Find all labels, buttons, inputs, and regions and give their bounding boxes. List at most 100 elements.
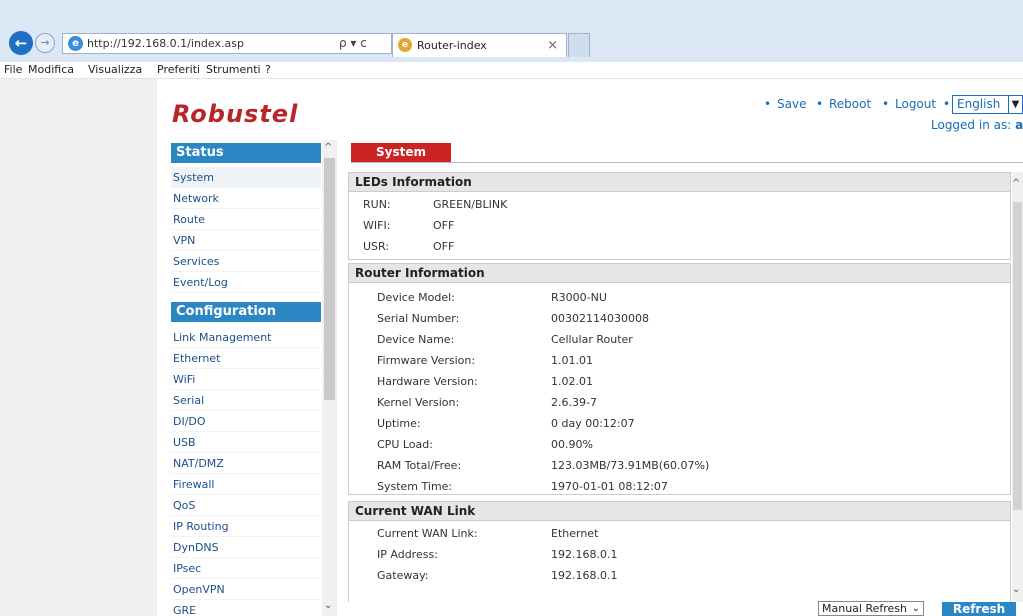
sidebar-item-openvpn[interactable]: OpenVPN <box>171 579 321 600</box>
logout-link[interactable]: Logout <box>895 97 936 111</box>
leds-section: LEDs Information RUN: GREEN/BLINK WIFI: … <box>348 172 1011 260</box>
chevron-down-icon: ⌄ <box>911 603 920 614</box>
page-favicon-icon: e <box>398 38 412 52</box>
wan-section: Current WAN Link Current WAN Link: Ether… <box>348 501 1011 602</box>
menu-visualizza[interactable]: Visualizza <box>88 63 142 76</box>
tab-system[interactable]: System <box>351 143 451 162</box>
language-value: English <box>957 97 1001 111</box>
address-url: http://192.168.0.1/index.asp <box>87 37 244 50</box>
sidebar-item-serial[interactable]: Serial <box>171 390 321 411</box>
language-select[interactable]: English ▼ <box>952 95 1023 114</box>
led-run-label: RUN: <box>363 198 391 211</box>
info-label: Serial Number: <box>377 312 460 325</box>
info-label: System Time: <box>377 480 453 493</box>
wan-section-title: Current WAN Link <box>349 502 1010 521</box>
info-value: 00302114030008 <box>551 312 649 325</box>
scroll-up-icon[interactable]: ^ <box>324 142 332 153</box>
sidebar-item-event-log[interactable]: Event/Log <box>171 272 321 293</box>
bullet-icon: • <box>882 97 890 111</box>
sidebar-item-di-do[interactable]: DI/DO <box>171 411 321 432</box>
sidebar-item-ethernet[interactable]: Ethernet <box>171 348 321 369</box>
led-wifi-value: OFF <box>433 219 455 232</box>
sidebar-item-dyndns[interactable]: DynDNS <box>171 537 321 558</box>
sidebar-item-route[interactable]: Route <box>171 209 321 230</box>
menu-help[interactable]: ? <box>265 63 271 76</box>
info-value: Cellular Router <box>551 333 633 346</box>
logged-in-text: Logged in as: admi <box>931 118 1023 132</box>
main-content: LEDs Information RUN: GREEN/BLINK WIFI: … <box>348 172 1011 602</box>
sidebar-item-gre[interactable]: GRE <box>171 600 321 616</box>
info-value: 00.90% <box>551 438 593 451</box>
menu-file[interactable]: File <box>4 63 22 76</box>
forward-button[interactable]: → <box>35 33 55 53</box>
wan-value: 192.168.0.1 <box>551 569 618 582</box>
sidebar-scrollbar[interactable]: ^ ⌄ <box>322 140 337 616</box>
sidebar-item-ip-routing[interactable]: IP Routing <box>171 516 321 537</box>
refresh-mode-value: Manual Refresh <box>822 602 908 615</box>
bullet-icon: • <box>943 97 951 111</box>
info-label: Firmware Version: <box>377 354 476 367</box>
info-label: Device Model: <box>377 291 455 304</box>
logged-in-label: Logged in as: <box>931 118 1012 132</box>
refresh-button[interactable]: Refresh <box>942 602 1016 616</box>
page-left-gutter <box>0 79 157 616</box>
browser-chrome: ← → e http://192.168.0.1/index.asp ρ ▾ c… <box>0 0 1023 62</box>
scroll-up-icon[interactable]: ^ <box>1012 178 1020 189</box>
wan-value: Ethernet <box>551 527 599 540</box>
sidebar-item-system[interactable]: System <box>171 167 321 188</box>
refresh-mode-select[interactable]: Manual Refresh ⌄ <box>818 601 924 616</box>
tab-close-icon[interactable]: × <box>547 38 558 53</box>
info-label: Uptime: <box>377 417 421 430</box>
main-scrollbar[interactable]: ^ ⌄ <box>1012 172 1023 602</box>
info-value: 0 day 00:12:07 <box>551 417 635 430</box>
leds-section-title: LEDs Information <box>349 173 1010 192</box>
info-value: 1.01.01 <box>551 354 593 367</box>
wan-label: Gateway: <box>377 569 429 582</box>
sidebar-item-ipsec[interactable]: IPsec <box>171 558 321 579</box>
reboot-link[interactable]: Reboot <box>829 97 871 111</box>
back-button[interactable]: ← <box>9 31 33 55</box>
sidebar-configuration-header: Configuration <box>171 302 321 322</box>
sidebar-item-vpn[interactable]: VPN <box>171 230 321 251</box>
robustel-logo: Robustel <box>172 100 299 128</box>
info-label: RAM Total/Free: <box>377 459 462 472</box>
menu-preferiti[interactable]: Preferiti <box>157 63 200 76</box>
tab-underline <box>351 162 1023 163</box>
sidebar-item-wifi[interactable]: WiFi <box>171 369 321 390</box>
sidebar-item-services[interactable]: Services <box>171 251 321 272</box>
main-scroll-thumb[interactable] <box>1013 202 1022 510</box>
scroll-down-icon[interactable]: ⌄ <box>324 600 332 611</box>
sidebar-item-link-management[interactable]: Link Management <box>171 327 321 348</box>
sidebar-item-firewall[interactable]: Firewall <box>171 474 321 495</box>
menu-strumenti[interactable]: Strumenti <box>206 63 261 76</box>
wan-value: 192.168.0.1 <box>551 548 618 561</box>
info-label: Device Name: <box>377 333 455 346</box>
led-wifi-label: WIFI: <box>363 219 391 232</box>
sidebar: Status System Network Route VPN Services… <box>171 140 337 616</box>
sidebar-item-usb[interactable]: USB <box>171 432 321 453</box>
browser-tab[interactable]: e Router-index × <box>392 33 567 57</box>
info-label: CPU Load: <box>377 438 433 451</box>
info-label: Hardware Version: <box>377 375 478 388</box>
search-refresh-icon[interactable]: ρ ▾ c <box>339 36 367 50</box>
menu-modifica[interactable]: Modifica <box>28 63 74 76</box>
sidebar-item-network[interactable]: Network <box>171 188 321 209</box>
info-label: Kernel Version: <box>377 396 460 409</box>
wan-label: IP Address: <box>377 548 438 561</box>
sidebar-item-qos[interactable]: QoS <box>171 495 321 516</box>
router-info-section: Router Information Device Model: R3000-N… <box>348 263 1011 495</box>
sidebar-item-nat-dmz[interactable]: NAT/DMZ <box>171 453 321 474</box>
bullet-icon: • <box>816 97 824 111</box>
sidebar-scroll-thumb[interactable] <box>324 158 335 400</box>
led-run-value: GREEN/BLINK <box>433 198 508 211</box>
new-tab-button[interactable] <box>568 33 590 57</box>
wan-label: Current WAN Link: <box>377 527 478 540</box>
info-value: 1970-01-01 08:12:07 <box>551 480 668 493</box>
save-link[interactable]: Save <box>777 97 806 111</box>
address-bar[interactable]: e http://192.168.0.1/index.asp ρ ▾ c <box>62 33 392 54</box>
sidebar-status-header: Status <box>171 143 321 163</box>
info-value: R3000-NU <box>551 291 607 304</box>
chevron-down-icon: ▼ <box>1008 96 1022 113</box>
scroll-down-icon[interactable]: ⌄ <box>1012 584 1020 595</box>
logged-in-user: admi <box>1015 118 1023 132</box>
